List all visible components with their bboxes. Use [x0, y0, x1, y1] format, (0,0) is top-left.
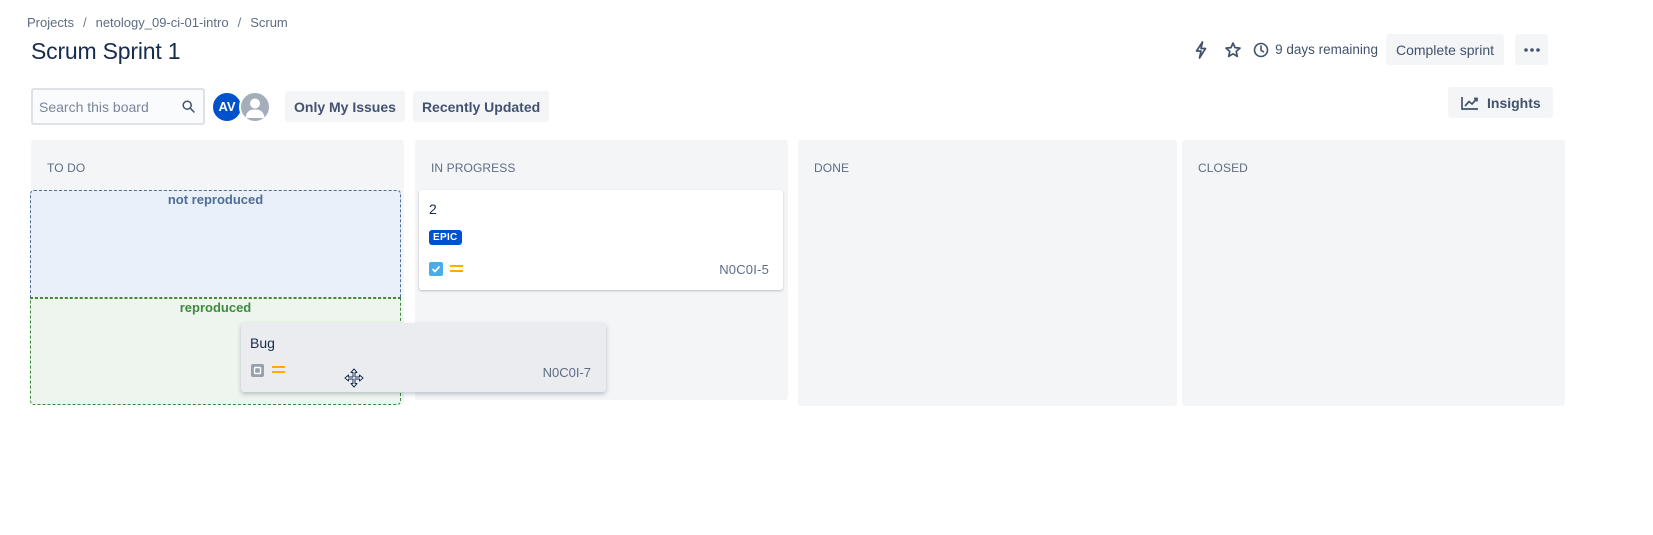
- insights-button[interactable]: Insights: [1448, 87, 1553, 118]
- column-title: TO DO: [47, 161, 86, 175]
- more-options-button[interactable]: [1515, 34, 1548, 65]
- dragging-issue-card[interactable]: Bug N0C0I-7: [241, 323, 606, 392]
- recently-updated-filter[interactable]: Recently Updated: [412, 91, 550, 122]
- clock-icon: [1253, 42, 1269, 57]
- drop-zone-label: not reproduced: [167, 192, 264, 207]
- card-summary: 2: [429, 201, 437, 217]
- card-summary: Bug: [250, 335, 275, 351]
- search-input[interactable]: [39, 98, 169, 115]
- sprint-remaining: 9 days remaining: [1253, 42, 1378, 58]
- chart-line-icon: [1461, 96, 1478, 110]
- task-checkbox-icon: [429, 262, 443, 276]
- header-actions: 9 days remaining Complete sprint: [1185, 34, 1548, 65]
- breadcrumb-project[interactable]: netology_09-ci-01-intro: [96, 15, 229, 30]
- column-title: IN PROGRESS: [431, 161, 516, 175]
- breadcrumb: Projects / netology_09-ci-01-intro / Scr…: [27, 15, 288, 30]
- column-closed: CLOSED: [1182, 140, 1565, 406]
- complete-sprint-button[interactable]: Complete sprint: [1385, 34, 1504, 65]
- user-icon: [245, 98, 265, 118]
- insights-label: Insights: [1487, 94, 1541, 111]
- search-box: [31, 88, 205, 125]
- breadcrumb-separator: /: [82, 15, 87, 30]
- move-cursor-icon: [344, 368, 364, 388]
- issue-card[interactable]: 2 EPIC N0C0I-5: [419, 190, 783, 290]
- breadcrumb-separator: /: [237, 15, 242, 30]
- automation-icon[interactable]: [1185, 34, 1217, 66]
- card-key[interactable]: N0C0I-7: [543, 365, 591, 380]
- remaining-text: 9 days remaining: [1275, 42, 1378, 57]
- priority-medium-icon: [272, 365, 285, 375]
- breadcrumb-projects[interactable]: Projects: [27, 15, 74, 30]
- unassigned-avatar[interactable]: [239, 90, 271, 123]
- breadcrumb-board[interactable]: Scrum: [250, 15, 288, 30]
- subtask-icon: [251, 364, 264, 377]
- column-done: DONE: [798, 140, 1177, 406]
- column-title: DONE: [814, 161, 850, 175]
- epic-badge[interactable]: EPIC: [429, 230, 462, 245]
- board-toolbar: AV Only My Issues Recently Updated: [31, 88, 550, 125]
- search-icon[interactable]: [182, 100, 195, 113]
- ellipsis-icon: [1523, 47, 1540, 52]
- card-key[interactable]: N0C0I-5: [719, 262, 769, 277]
- page-title: Scrum Sprint 1: [31, 38, 181, 64]
- drop-zone-not-reproduced[interactable]: not reproduced: [30, 190, 401, 298]
- star-icon[interactable]: [1217, 34, 1249, 66]
- priority-medium-icon: [450, 264, 463, 274]
- only-my-issues-filter[interactable]: Only My Issues: [285, 91, 405, 122]
- column-title: CLOSED: [1198, 161, 1248, 175]
